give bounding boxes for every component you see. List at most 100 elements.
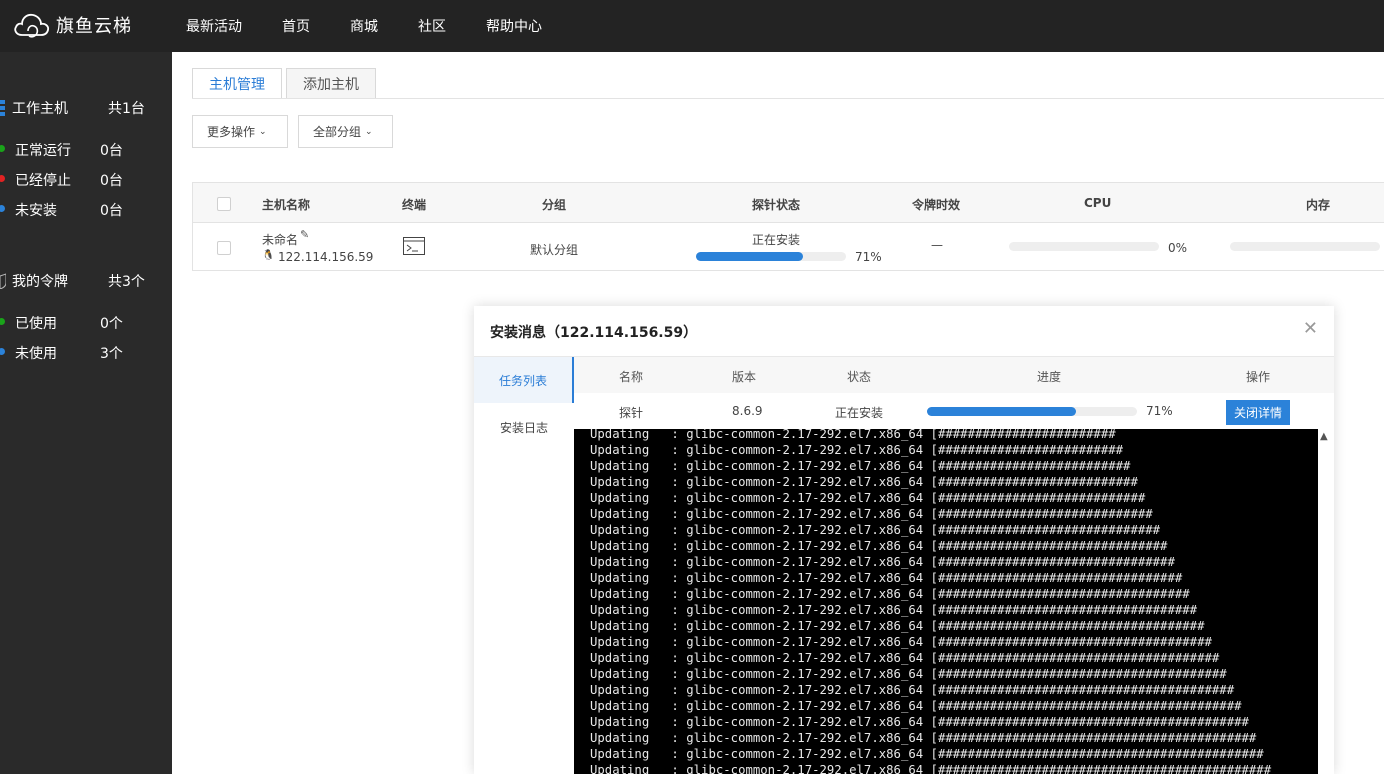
log-line: Updating : glibc-common-2.17-292.el7.x86… bbox=[590, 507, 1153, 521]
sidebar-tokens-header[interactable]: 我的令牌 共3个 bbox=[0, 271, 172, 291]
host-name: 未命名 bbox=[262, 233, 299, 247]
col-host-name: 主机名称 bbox=[262, 198, 311, 212]
install-message-dialog: 安装消息（122.114.156.59） ✕ 任务列表 安装日志 名称 版本 状… bbox=[474, 306, 1334, 774]
sidebar-item-count: 0台 bbox=[100, 143, 123, 159]
tab-install-log[interactable]: 安装日志 bbox=[474, 404, 574, 450]
log-line: Updating : glibc-common-2.17-292.el7.x86… bbox=[590, 603, 1198, 617]
log-lines: Updating : glibc-common-2.17-292.el7.x86… bbox=[574, 429, 1318, 774]
log-line: Updating : glibc-common-2.17-292.el7.x86… bbox=[590, 491, 1146, 505]
nav-item-latest-activity[interactable]: 最新活动 bbox=[186, 16, 242, 36]
col-token-validity: 令牌时效 bbox=[912, 198, 961, 212]
col-group: 分组 bbox=[542, 198, 567, 212]
sidebar-hosts-label: 工作主机 bbox=[12, 101, 68, 117]
edit-name-icon[interactable]: ✎ bbox=[300, 228, 309, 241]
memory-progress-bar bbox=[1230, 242, 1380, 251]
all-groups-label: 全部分组 bbox=[313, 125, 362, 139]
all-groups-dropdown[interactable]: 全部分组 ⌄ bbox=[298, 115, 393, 148]
nav-item-mall[interactable]: 商城 bbox=[350, 16, 378, 36]
col-action: 操作 bbox=[1246, 370, 1271, 384]
log-line: Updating : glibc-common-2.17-292.el7.x86… bbox=[590, 763, 1272, 774]
status-dot-red bbox=[0, 175, 5, 182]
log-line: Updating : glibc-common-2.17-292.el7.x86… bbox=[590, 699, 1242, 713]
dialog-title: 安装消息（122.114.156.59） bbox=[490, 325, 698, 341]
linux-icon: 🐧 bbox=[262, 250, 275, 261]
host-ip: 122.114.156.59 bbox=[278, 250, 374, 264]
col-progress: 进度 bbox=[1037, 370, 1062, 384]
cpu-percent: 0% bbox=[1168, 241, 1188, 255]
terminal-icon[interactable] bbox=[403, 237, 425, 258]
close-details-button[interactable]: 关闭详情 bbox=[1226, 400, 1290, 425]
nav-item-community[interactable]: 社区 bbox=[418, 16, 446, 36]
task-progress-fill bbox=[927, 407, 1077, 416]
more-operations-dropdown[interactable]: 更多操作 ⌄ bbox=[192, 115, 288, 148]
brand-logo[interactable]: 旗鱼云梯 bbox=[12, 8, 132, 42]
log-scrollbar[interactable]: ▲ bbox=[1318, 429, 1334, 774]
probe-progress-bar bbox=[696, 252, 846, 261]
sidebar-item-label: 已经停止 bbox=[15, 173, 71, 189]
host-tabs: 主机管理 添加主机 bbox=[192, 68, 380, 99]
sidebar-hosts-header[interactable]: 工作主机 共1台 bbox=[0, 98, 172, 118]
nav-item-home[interactable]: 首页 bbox=[282, 16, 310, 36]
sidebar-item-count: 0台 bbox=[100, 173, 123, 189]
sidebar-tokens-label: 我的令牌 bbox=[12, 274, 68, 290]
sidebar-item-not-installed[interactable]: 未安装 0台 bbox=[0, 199, 172, 219]
select-all-checkbox[interactable] bbox=[217, 197, 231, 211]
cpu-progress-bar bbox=[1009, 242, 1159, 251]
col-memory: 内存 bbox=[1306, 198, 1331, 212]
status-dot-green bbox=[0, 318, 5, 325]
log-line: Updating : glibc-common-2.17-292.el7.x86… bbox=[590, 555, 1175, 569]
sidebar-item-count: 0个 bbox=[100, 316, 123, 332]
sidebar-item-used[interactable]: 已使用 0个 bbox=[0, 312, 172, 332]
log-line: Updating : glibc-common-2.17-292.el7.x86… bbox=[590, 747, 1264, 761]
col-name: 名称 bbox=[619, 370, 644, 384]
sidebar-item-label: 未安装 bbox=[15, 203, 57, 219]
log-line: Updating : glibc-common-2.17-292.el7.x86… bbox=[590, 571, 1183, 585]
nav-item-help-center[interactable]: 帮助中心 bbox=[486, 16, 542, 36]
top-navbar: 旗鱼云梯 最新活动 首页 商城 社区 帮助中心 bbox=[0, 0, 1384, 52]
install-log-console[interactable]: Updating : glibc-common-2.17-292.el7.x86… bbox=[574, 429, 1318, 774]
log-line: Updating : glibc-common-2.17-292.el7.x86… bbox=[590, 731, 1257, 745]
log-line: Updating : glibc-common-2.17-292.el7.x86… bbox=[590, 619, 1205, 633]
status-dot-green bbox=[0, 145, 5, 152]
shield-icon bbox=[0, 273, 6, 289]
col-version: 版本 bbox=[732, 370, 757, 384]
log-line: Updating : glibc-common-2.17-292.el7.x86… bbox=[590, 459, 1131, 473]
sidebar-item-label: 未使用 bbox=[15, 346, 57, 362]
chevron-up-icon[interactable]: ▲ bbox=[1320, 431, 1328, 442]
task-percent: 71% bbox=[1146, 404, 1173, 418]
sidebar-item-stopped[interactable]: 已经停止 0台 bbox=[0, 169, 172, 189]
log-line: Updating : glibc-common-2.17-292.el7.x86… bbox=[590, 715, 1249, 729]
log-line: Updating : glibc-common-2.17-292.el7.x86… bbox=[590, 667, 1227, 681]
main-nav: 最新活动 首页 商城 社区 帮助中心 bbox=[186, 0, 582, 52]
tab-task-list[interactable]: 任务列表 bbox=[474, 357, 574, 403]
status-dot-blue bbox=[0, 205, 5, 212]
more-operations-label: 更多操作 bbox=[207, 125, 256, 139]
tab-add-host[interactable]: 添加主机 bbox=[286, 68, 376, 99]
dialog-side-nav: 任务列表 安装日志 bbox=[474, 357, 574, 774]
log-line: Updating : glibc-common-2.17-292.el7.x86… bbox=[590, 429, 1116, 441]
sidebar-item-running[interactable]: 正常运行 0台 bbox=[0, 139, 172, 159]
col-probe-status: 探针状态 bbox=[752, 198, 801, 212]
probe-progress-fill bbox=[696, 252, 803, 261]
cloud-logo-icon bbox=[14, 13, 50, 38]
sidebar-item-label: 正常运行 bbox=[15, 143, 71, 159]
table-header: 主机名称 终端 分组 探针状态 令牌时效 CPU 内存 bbox=[193, 183, 1384, 223]
task-progress-bar bbox=[927, 407, 1137, 416]
log-line: Updating : glibc-common-2.17-292.el7.x86… bbox=[590, 635, 1212, 649]
row-checkbox[interactable] bbox=[217, 241, 231, 255]
sidebar-item-unused[interactable]: 未使用 3个 bbox=[0, 342, 172, 362]
log-line: Updating : glibc-common-2.17-292.el7.x86… bbox=[590, 651, 1220, 665]
task-name: 探针 bbox=[619, 406, 644, 420]
log-line: Updating : glibc-common-2.17-292.el7.x86… bbox=[590, 587, 1190, 601]
tab-host-management[interactable]: 主机管理 bbox=[192, 68, 282, 99]
sidebar-item-count: 3个 bbox=[100, 346, 123, 362]
sidebar-hosts-count: 共1台 bbox=[108, 101, 145, 117]
chevron-down-icon: ⌄ bbox=[259, 126, 267, 137]
col-status: 状态 bbox=[847, 370, 872, 384]
chevron-down-icon: ⌄ bbox=[365, 126, 373, 137]
log-line: Updating : glibc-common-2.17-292.el7.x86… bbox=[590, 683, 1235, 697]
close-icon[interactable]: ✕ bbox=[1303, 318, 1318, 339]
sidebar-tokens-count: 共3个 bbox=[108, 274, 145, 290]
sidebar-item-label: 已使用 bbox=[15, 316, 57, 332]
host-group: 默认分组 bbox=[530, 243, 579, 257]
